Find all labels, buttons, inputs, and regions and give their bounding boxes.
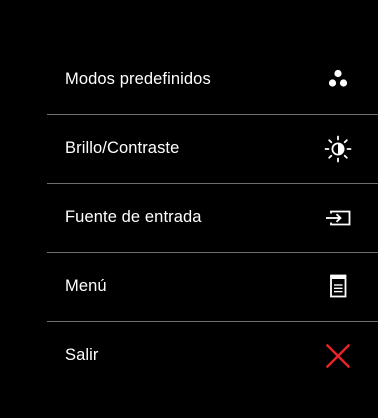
input-source-icon [323,203,353,233]
menu-item-label: Salir [65,346,99,364]
menu-item-preset-modes[interactable]: Modos predefinidos [47,45,378,114]
menu-item-label: Fuente de entrada [65,208,202,226]
menu-item-menu[interactable]: Menú [47,252,378,321]
preset-modes-icon [323,65,353,95]
menu-item-label: Brillo/Contraste [65,139,180,157]
menu-item-brightness-contrast[interactable]: Brillo/Contraste [47,114,378,183]
menu-item-input-source[interactable]: Fuente de entrada [47,183,378,252]
menu-document-icon [323,272,353,302]
exit-x-icon [323,341,353,371]
menu-item-label: Modos predefinidos [65,70,211,88]
osd-quick-menu: Modos predefinidos Brillo/Contraste Fuen… [47,45,378,391]
menu-item-label: Menú [65,277,107,295]
menu-item-exit[interactable]: Salir [47,321,378,390]
brightness-contrast-icon [323,134,353,164]
